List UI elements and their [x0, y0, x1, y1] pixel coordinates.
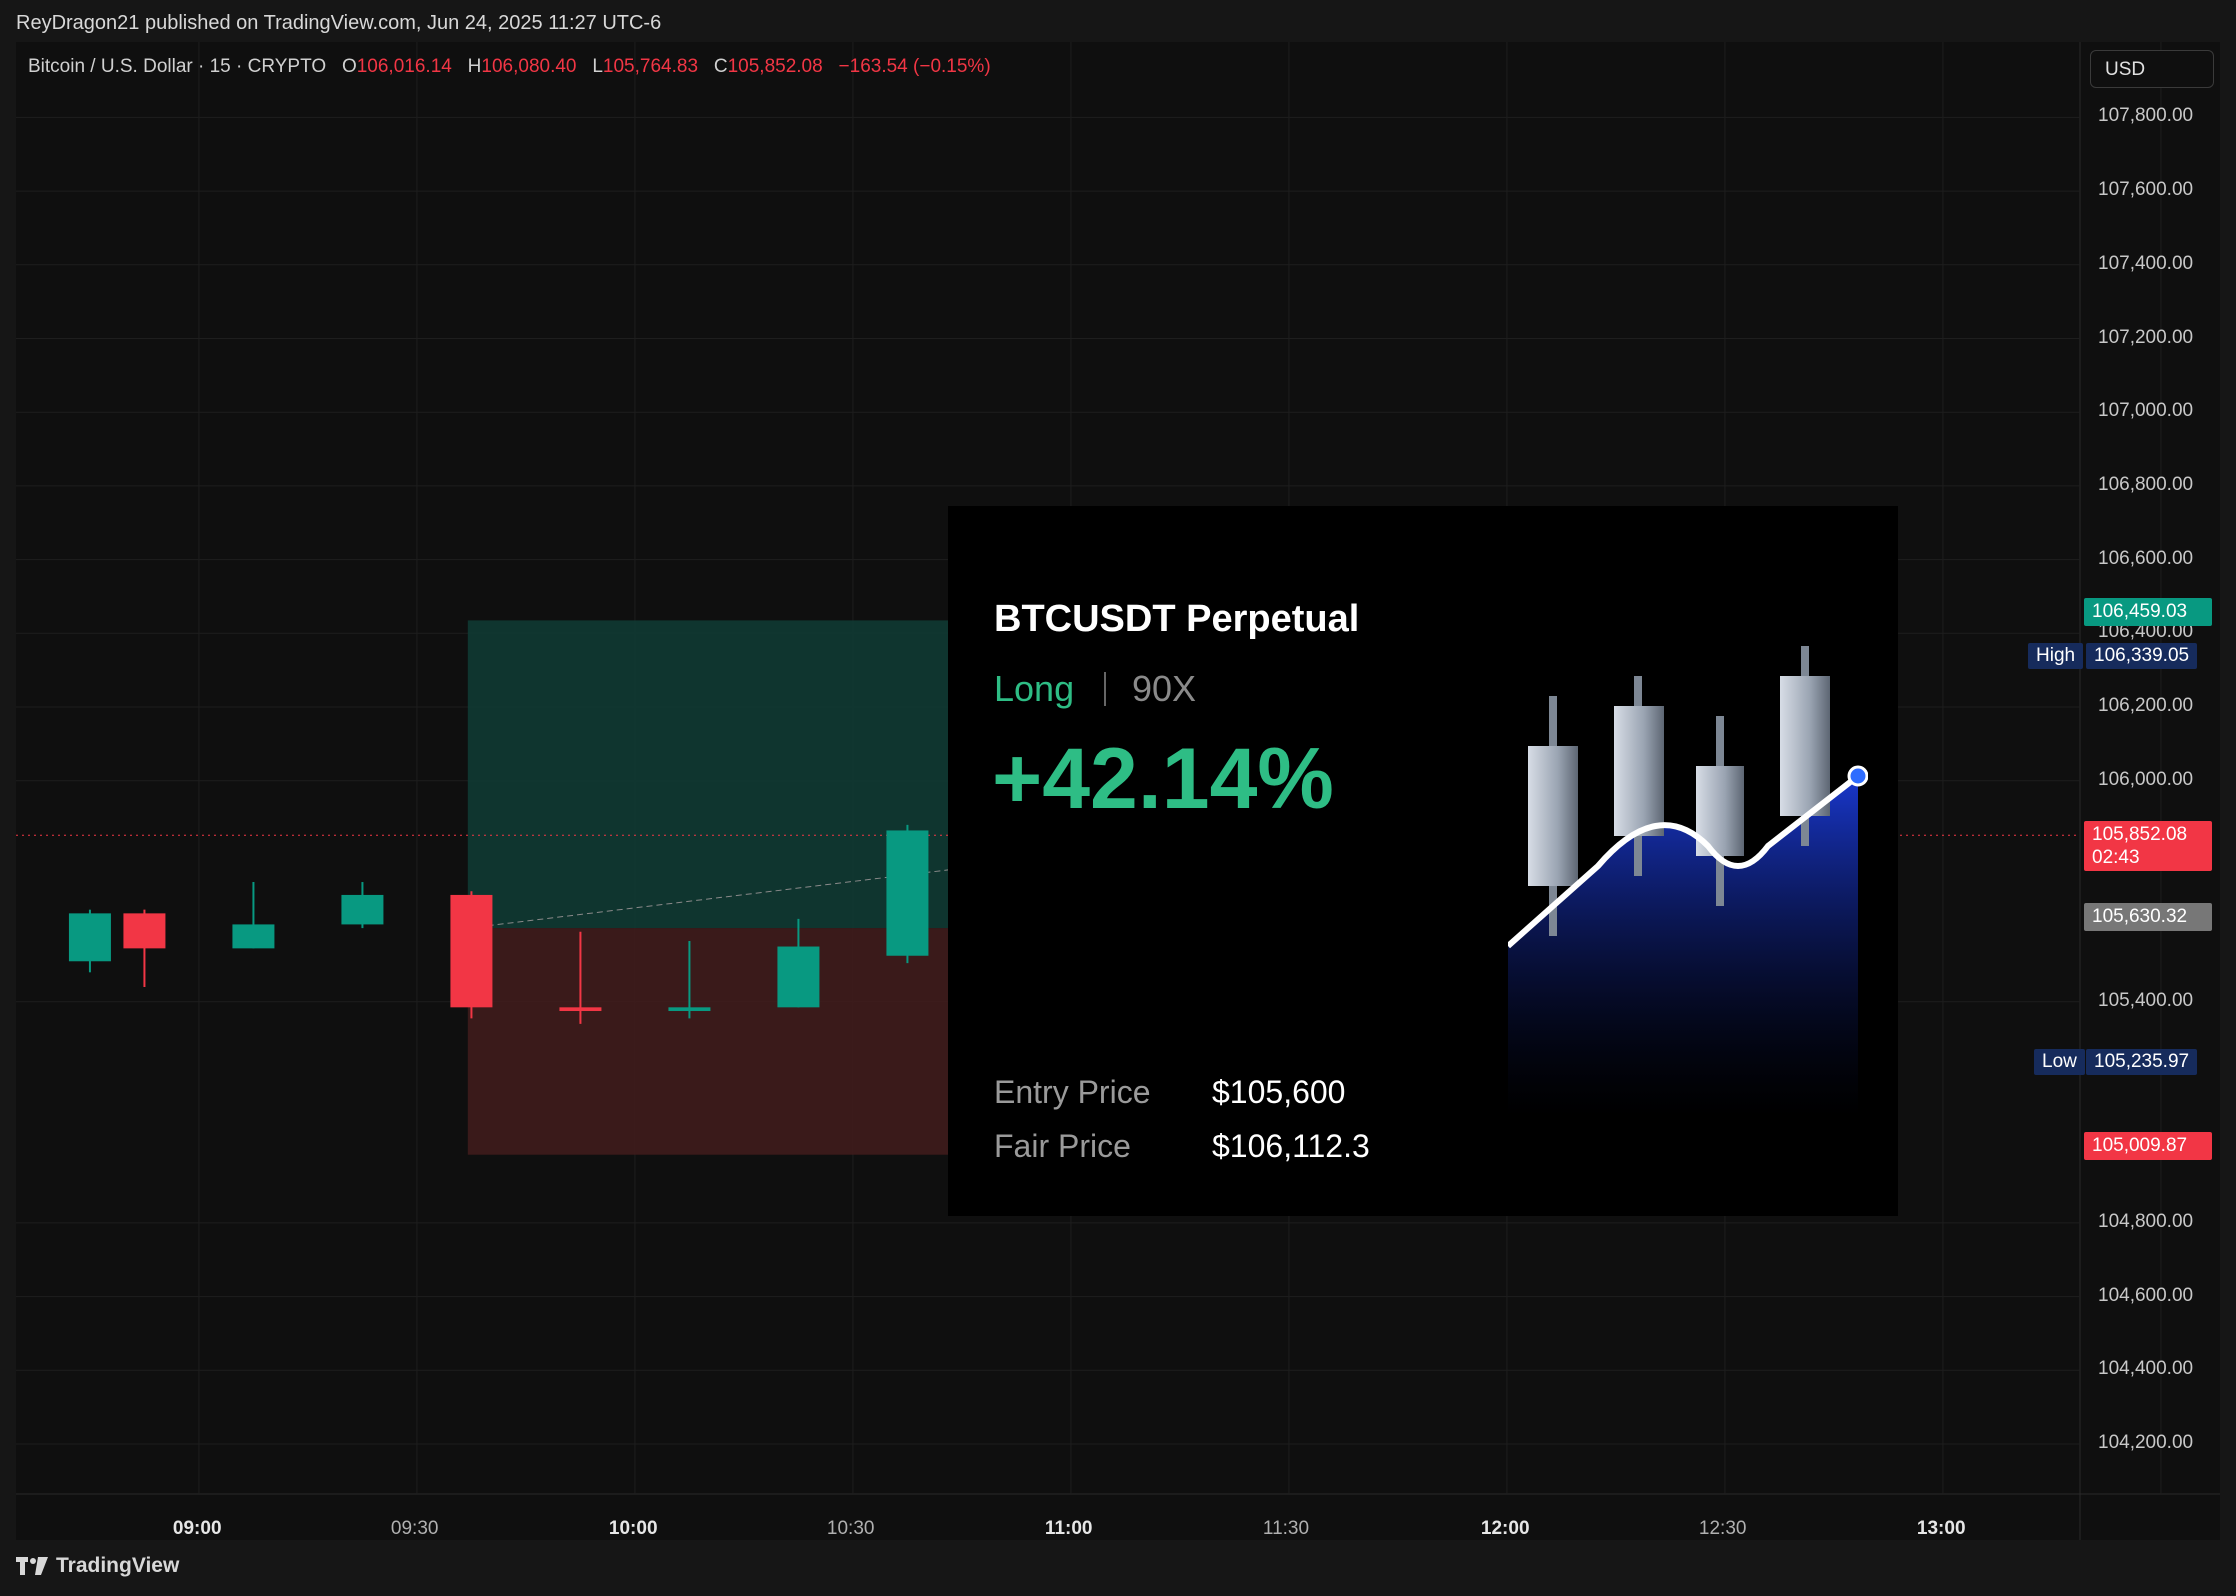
countdown-label: 02:43 [2092, 847, 2140, 869]
price-tag: 106,459.03 [2084, 597, 2212, 626]
pnl-percent: +42.14% [992, 731, 1334, 827]
open-label: O [341, 56, 357, 77]
footer-brand: TradingView [56, 1554, 180, 1577]
price-tick-label: 106,200.00 [2098, 695, 2194, 716]
price-tick-label: 107,600.00 [2098, 179, 2194, 201]
high-label: H [467, 56, 482, 77]
time-tick-label: 09:00 [172, 1518, 222, 1539]
high-low-value-tag: 105,235.97 [2086, 1049, 2198, 1076]
price-tick-label: 104,400.00 [2098, 1358, 2194, 1380]
fair-price-label: Fair Price [994, 1128, 1131, 1164]
candle-body [68, 913, 111, 962]
price-tick-label: 107,800.00 [2098, 105, 2194, 127]
candle-body [886, 830, 929, 956]
candle-body [668, 1007, 711, 1012]
time-tick-label: 11:30 [1262, 1518, 1310, 1539]
candle-body [341, 894, 384, 925]
price-tick-label: 104,200.00 [2098, 1432, 2194, 1453]
price-tick-label: 105,400.00 [2098, 989, 2194, 1011]
time-tick-label: 10:00 [608, 1518, 658, 1539]
price-tick-label: 107,000.00 [2098, 400, 2194, 422]
price-tick-label: 107,200.00 [2098, 326, 2194, 348]
entry-price-label: Entry Price [994, 1074, 1151, 1110]
high-value: 106,080.40 [481, 56, 577, 77]
symbol-label[interactable]: Bitcoin / U.S. Dollar · 15 · CRYPTO [28, 56, 326, 77]
publisher-text: ReyDragon21 published on TradingView.com… [16, 12, 662, 34]
high-low-value-tag: 106,339.05 [2086, 642, 2198, 669]
price-tick-label: 106,000.00 [2098, 768, 2194, 790]
entry-price-value: $105,600 [1212, 1074, 1346, 1110]
footer-bar: TradingView [0, 1540, 2236, 1596]
price-tick-label: 104,600.00 [2098, 1284, 2194, 1306]
position-side: Long [994, 668, 1075, 709]
fair-price-value: $106,112.3 [1212, 1128, 1370, 1164]
candle-body [232, 924, 275, 949]
position-card: BTCUSDT Perpetual Long 90X +42.14% Entry… [948, 506, 1898, 1216]
close-label: C [713, 56, 728, 77]
close-value: 105,852.08 [727, 56, 823, 77]
illustration-endpoint [1847, 765, 1868, 787]
low-label: L [592, 56, 603, 77]
candles-illustration [1508, 646, 1868, 1116]
price-tag: 105,009.87 [2084, 1131, 2212, 1160]
price-tick-label: 104,800.00 [2098, 1210, 2194, 1232]
card-title: BTCUSDT Perpetual [994, 598, 1360, 640]
open-value: 106,016.14 [356, 56, 452, 77]
price-tick-label: 107,400.00 [2098, 252, 2194, 274]
candle-body [123, 913, 166, 949]
tradingview-logo[interactable]: TradingView [16, 1554, 179, 1578]
side-separator [1104, 672, 1106, 706]
price-tick-label: 106,800.00 [2098, 473, 2194, 495]
ohlc-legend: Bitcoin / U.S. Dollar · 15 · CRYPTO O106… [28, 56, 991, 78]
time-tick-label: 09:30 [390, 1518, 439, 1539]
price-tag: 105,630.32 [2084, 902, 2212, 931]
publisher-bar: ReyDragon21 published on TradingView.com… [0, 0, 2236, 42]
candle-body [777, 946, 820, 1008]
leverage-value: 90X [1132, 668, 1197, 709]
candle-body [559, 1007, 602, 1012]
low-value: 105,764.83 [602, 56, 699, 77]
time-tick-label: 11:00 [1044, 1518, 1093, 1539]
candle-body [450, 894, 493, 1008]
price-tick-label: 106,600.00 [2098, 547, 2194, 569]
tradingview-logo-icon [16, 1557, 48, 1575]
time-tick-label: 13:00 [1916, 1518, 1966, 1539]
time-tick-label: 12:00 [1480, 1518, 1530, 1539]
currency-selector[interactable]: USD [2090, 50, 2214, 88]
time-tick-label: 12:30 [1698, 1518, 1747, 1539]
time-tick-label: 10:30 [826, 1518, 875, 1539]
high-low-name-tag: High [2028, 642, 2084, 669]
price-tag: 105,852.08 02:43 [2084, 821, 2212, 872]
high-low-name-tag: Low [2034, 1049, 2085, 1076]
change-value: −163.54 (−0.15%) [838, 56, 991, 77]
